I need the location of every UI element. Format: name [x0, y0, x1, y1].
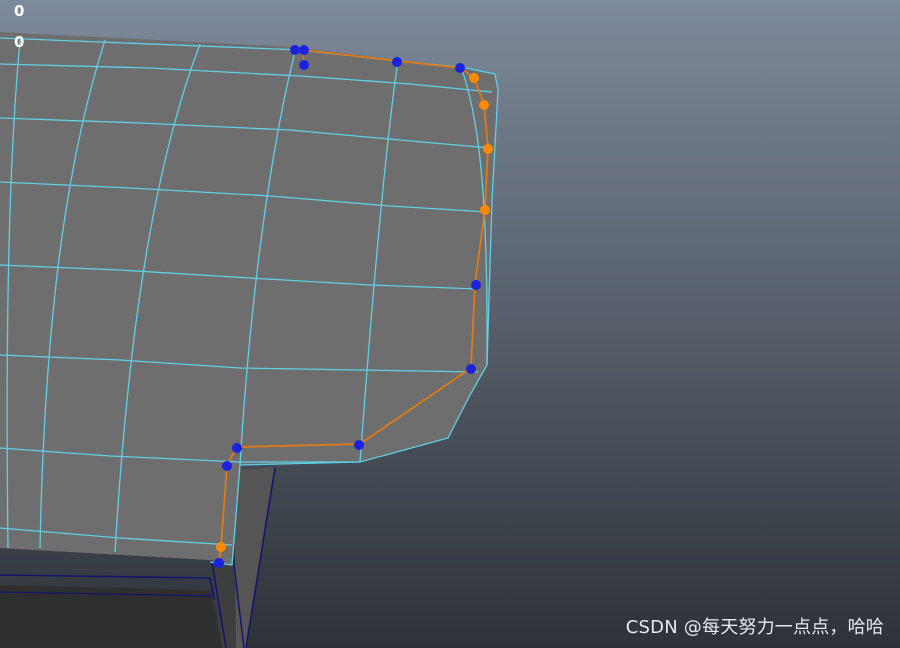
hud-readout-top: 0 — [14, 2, 25, 20]
hud-readout-second: 0 — [14, 33, 25, 51]
viewport-canvas[interactable] — [0, 0, 900, 648]
3d-viewport[interactable]: 0 0 CSDN @每天努力一点点，哈哈 — [0, 0, 900, 648]
vertex-unselected[interactable] — [455, 63, 465, 73]
vertex-unselected[interactable] — [354, 440, 364, 450]
vertex-selected[interactable] — [469, 73, 479, 83]
vertex-unselected[interactable] — [222, 461, 232, 471]
vertex-unselected[interactable] — [214, 558, 224, 568]
vertex-unselected[interactable] — [471, 280, 481, 290]
vertex-unselected[interactable] — [290, 45, 300, 55]
vertex-selected[interactable] — [216, 542, 226, 552]
watermark-text: CSDN @每天努力一点点，哈哈 — [625, 617, 884, 638]
vertex-unselected[interactable] — [299, 45, 309, 55]
vertex-selected[interactable] — [480, 205, 490, 215]
vertex-unselected[interactable] — [232, 443, 242, 453]
vertex-unselected[interactable] — [299, 60, 309, 70]
vertex-selected[interactable] — [479, 100, 489, 110]
vertex-selected[interactable] — [483, 144, 493, 154]
vertex-unselected[interactable] — [466, 364, 476, 374]
vertex-unselected[interactable] — [392, 57, 402, 67]
